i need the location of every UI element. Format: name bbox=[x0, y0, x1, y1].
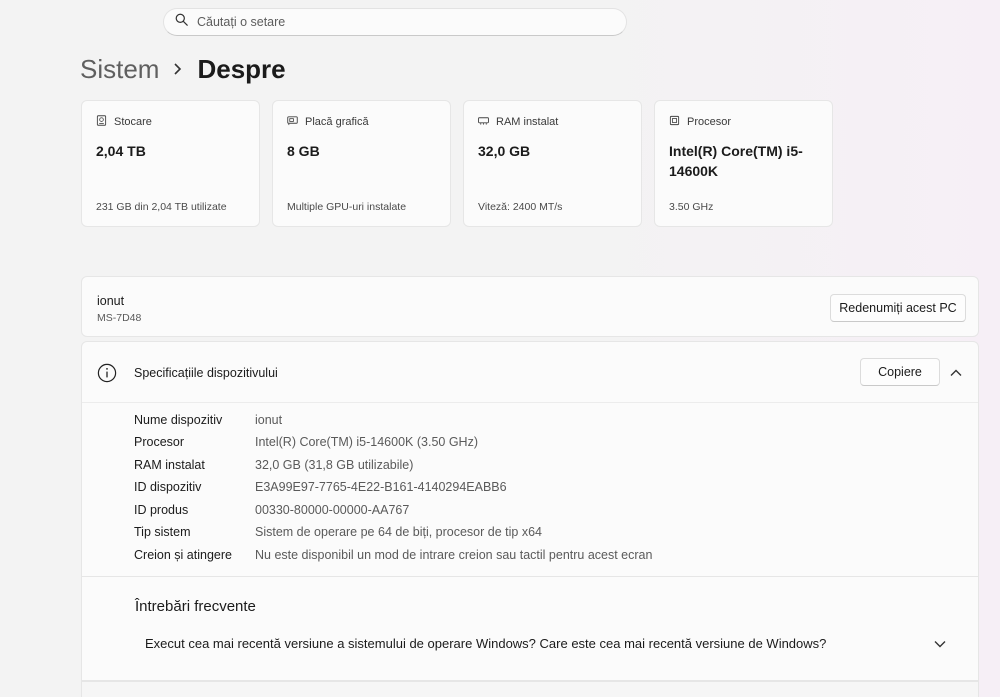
spec-value: 32,0 GB (31,8 GB utilizabile) bbox=[255, 458, 414, 472]
spec-value: Intel(R) Core(TM) i5-14600K (3.50 GHz) bbox=[255, 435, 478, 449]
gpu-icon bbox=[287, 113, 305, 131]
copy-button[interactable]: Copiere bbox=[860, 358, 940, 386]
card-value: 8 GB bbox=[287, 143, 320, 159]
card-label: Procesor bbox=[687, 116, 732, 128]
spec-label: Nume dispozitiv bbox=[134, 413, 223, 427]
card-gpu[interactable]: Placă grafică 8 GB Multiple GPU-uri inst… bbox=[272, 100, 451, 227]
spec-row: RAM instalat 32,0 GB (31,8 GB utilizabil… bbox=[134, 458, 413, 476]
pc-model: MS-7D48 bbox=[97, 312, 142, 324]
spec-label: ID produs bbox=[134, 503, 189, 517]
spec-label: Tip sistem bbox=[134, 525, 191, 539]
device-specs-title: Specificațiile dispozitivului bbox=[134, 366, 278, 380]
faq-panel: Întrebări frecvente Execut cea mai recen… bbox=[81, 577, 979, 681]
spec-value: Sistem de operare pe 64 de biți, proceso… bbox=[255, 525, 542, 539]
spec-value: 00330-80000-00000-AA767 bbox=[255, 503, 410, 517]
spec-label: Procesor bbox=[134, 435, 185, 449]
card-value: 2,04 TB bbox=[96, 143, 146, 159]
pc-name-panel: ionut MS-7D48 Redenumiți acest PC bbox=[81, 276, 979, 337]
spec-row: Nume dispozitiv ionut bbox=[134, 413, 282, 431]
card-label: Stocare bbox=[114, 116, 152, 128]
faq-title: Întrebări frecvente bbox=[135, 598, 256, 615]
card-subtext: Viteză: 2400 MT/s bbox=[478, 201, 563, 213]
rename-pc-button[interactable]: Redenumiți acest PC bbox=[830, 294, 966, 322]
spec-value: ionut bbox=[255, 413, 283, 427]
search-icon bbox=[175, 13, 188, 31]
ram-icon bbox=[478, 113, 496, 131]
page-title: Despre bbox=[197, 53, 286, 84]
spec-row: ID dispozitiv E3A99E97-7765-4E22-B161-41… bbox=[134, 480, 507, 498]
card-subtext: Multiple GPU-uri instalate bbox=[287, 201, 407, 213]
pc-name: ionut bbox=[97, 294, 125, 308]
card-subtext: 3.50 GHz bbox=[669, 201, 714, 213]
search-input[interactable] bbox=[197, 15, 597, 29]
card-value: Intel(R) Core(TM) i5-14600K bbox=[669, 143, 803, 179]
spec-label: Creion și atingere bbox=[134, 548, 232, 562]
card-label: Placă grafică bbox=[305, 116, 369, 128]
device-specs-panel: Specificațiile dispozitivului Copiere Nu… bbox=[81, 341, 979, 577]
spec-row: Procesor Intel(R) Core(TM) i5-14600K (3.… bbox=[134, 435, 478, 453]
storage-icon bbox=[96, 113, 114, 131]
next-panel bbox=[81, 681, 979, 697]
device-specs-header[interactable]: Specificațiile dispozitivului Copiere bbox=[82, 342, 978, 403]
chevron-right-icon bbox=[159, 62, 197, 76]
spec-value: E3A99E97-7765-4E22-B161-4140294EABB6 bbox=[255, 480, 507, 494]
card-subtext: 231 GB din 2,04 TB utilizate bbox=[96, 201, 227, 213]
card-storage[interactable]: Stocare 2,04 TB 231 GB din 2,04 TB utili… bbox=[81, 100, 260, 227]
spec-label: ID dispozitiv bbox=[134, 480, 202, 494]
spec-row: ID produs 00330-80000-00000-AA767 bbox=[134, 503, 409, 521]
processor-icon bbox=[669, 113, 687, 131]
card-ram[interactable]: RAM instalat 32,0 GB Viteză: 2400 MT/s bbox=[463, 100, 642, 227]
spec-row: Creion și atingere Nu este disponibil un… bbox=[134, 548, 652, 566]
breadcrumb-parent-link[interactable]: Sistem bbox=[80, 54, 159, 85]
spec-value: Nu este disponibil un mod de intrare cre… bbox=[255, 548, 653, 562]
card-processor[interactable]: Procesor Intel(R) Core(TM) i5-14600K 3.5… bbox=[654, 100, 833, 227]
spec-label: RAM instalat bbox=[134, 458, 205, 472]
breadcrumb: Sistem Despre bbox=[80, 52, 286, 86]
search-box[interactable] bbox=[163, 8, 627, 36]
card-value: 32,0 GB bbox=[478, 143, 531, 159]
card-label: RAM instalat bbox=[496, 116, 559, 128]
spec-row: Tip sistem Sistem de operare pe 64 de bi… bbox=[134, 525, 542, 543]
faq-question[interactable]: Execut cea mai recentă versiune a sistem… bbox=[145, 636, 826, 651]
